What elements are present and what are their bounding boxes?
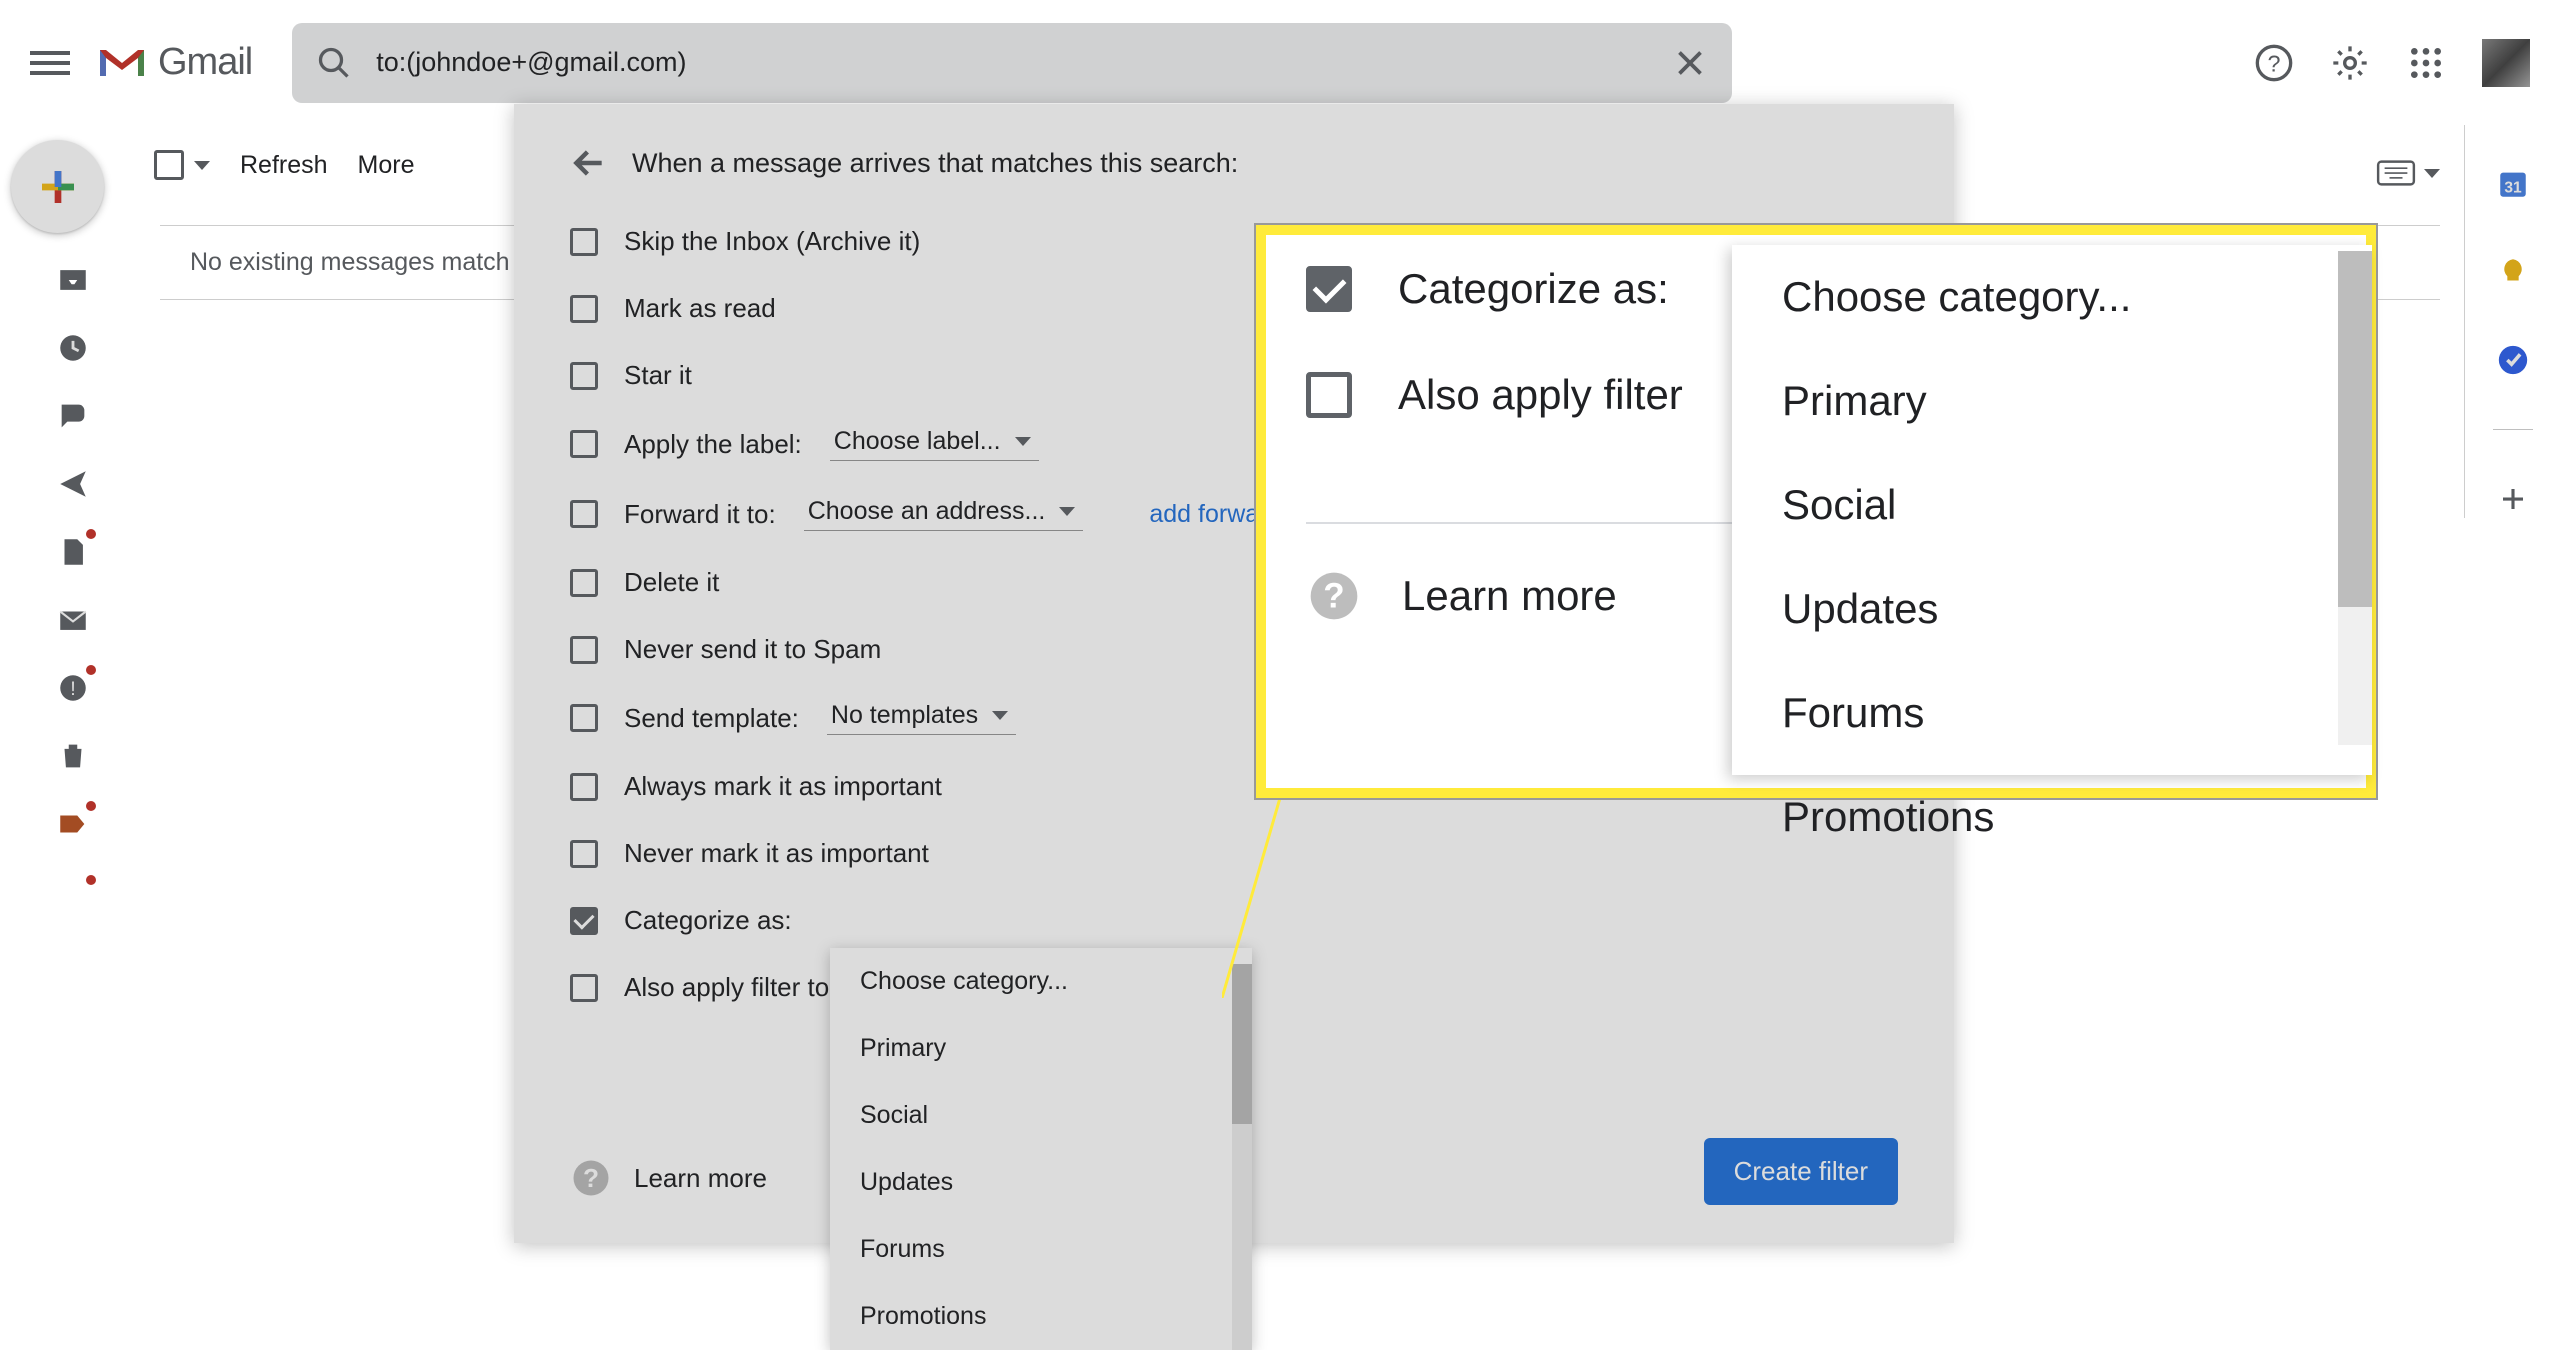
apply-label-checkbox[interactable]	[570, 430, 598, 458]
delete-checkbox[interactable]	[570, 569, 598, 597]
never-spam-checkbox[interactable]	[570, 636, 598, 664]
left-sidebar: !	[0, 125, 130, 895]
svg-text:!: !	[70, 678, 76, 700]
send-template-checkbox[interactable]	[570, 704, 598, 732]
search-icon[interactable]	[316, 45, 352, 81]
never-spam-label: Never send it to Spam	[624, 634, 881, 665]
search-input[interactable]	[376, 47, 1672, 78]
zoom-item-social[interactable]: Social	[1732, 453, 2372, 557]
inbox-icon[interactable]	[56, 263, 90, 297]
back-arrow-icon[interactable]	[570, 144, 608, 182]
dropdown-item-primary[interactable]: Primary	[830, 1015, 1252, 1082]
calendar-icon[interactable]: 31	[2494, 165, 2532, 203]
google-apps-icon[interactable]	[2406, 43, 2446, 83]
spam-icon[interactable]: !	[56, 671, 90, 705]
select-all-checkbox[interactable]	[154, 150, 184, 180]
refresh-button[interactable]: Refresh	[240, 151, 328, 180]
send-template-label: Send template:	[624, 703, 799, 734]
dropdown-item-updates[interactable]: Updates	[830, 1149, 1252, 1216]
categorize-label: Categorize as:	[624, 905, 792, 936]
zoom-help-icon: ?	[1306, 568, 1362, 624]
always-important-checkbox[interactable]	[570, 773, 598, 801]
more-button[interactable]: More	[358, 151, 415, 180]
categories-icon[interactable]	[56, 807, 90, 841]
settings-gear-icon[interactable]	[2330, 43, 2370, 83]
sent-icon[interactable]	[56, 467, 90, 501]
dropdown-item-forums[interactable]: Forums	[830, 1216, 1252, 1283]
send-template-select[interactable]: No templates	[827, 701, 1016, 735]
clear-search-icon[interactable]	[1672, 45, 1708, 81]
header-right: ?	[2254, 39, 2530, 87]
select-dropdown-icon[interactable]	[194, 161, 210, 170]
zoom-item-promotions[interactable]: Promotions	[1732, 765, 2372, 869]
zoom-also-apply-checkbox[interactable]	[1306, 372, 1352, 418]
zoom-categorize-checkbox[interactable]	[1306, 266, 1352, 312]
dropdown-item-choose[interactable]: Choose category...	[830, 948, 1252, 1015]
category-dropdown[interactable]: Choose category... Primary Social Update…	[830, 948, 1252, 1350]
always-important-label: Always mark it as important	[624, 771, 942, 802]
drafts-icon[interactable]	[56, 535, 90, 569]
star-checkbox[interactable]	[570, 362, 598, 390]
dropdown-item-promotions[interactable]: Promotions	[830, 1283, 1252, 1350]
zoom-callout: Categorize as: Also apply filter ? Learn…	[1256, 225, 2376, 798]
menu-icon[interactable]	[30, 43, 70, 83]
forward-label: Forward it to:	[624, 499, 776, 530]
trash-icon[interactable]	[56, 739, 90, 773]
gmail-m-icon	[96, 43, 148, 83]
zoom-item-forums[interactable]: Forums	[1732, 661, 2372, 765]
tasks-icon[interactable]	[2494, 341, 2532, 379]
forward-checkbox[interactable]	[570, 500, 598, 528]
also-apply-checkbox[interactable]	[570, 974, 598, 1002]
gmail-logo[interactable]: Gmail	[96, 41, 252, 84]
gmail-text: Gmail	[158, 41, 252, 84]
search-bar[interactable]	[292, 23, 1732, 103]
mark-read-checkbox[interactable]	[570, 295, 598, 323]
learn-more-link[interactable]: Learn more	[634, 1163, 767, 1194]
compose-button[interactable]	[11, 140, 104, 233]
never-important-checkbox[interactable]	[570, 840, 598, 868]
zoom-item-choose[interactable]: Choose category...	[1732, 245, 2372, 349]
create-filter-button[interactable]: Create filter	[1704, 1138, 1898, 1205]
snoozed-icon[interactable]	[56, 331, 90, 365]
skip-inbox-label: Skip the Inbox (Archive it)	[624, 226, 920, 257]
support-icon[interactable]: ?	[2254, 43, 2294, 83]
svg-text:?: ?	[583, 1163, 599, 1193]
apply-label-select[interactable]: Choose label...	[830, 427, 1039, 461]
more-icon[interactable]	[56, 875, 90, 895]
help-circle-icon: ?	[570, 1157, 612, 1199]
side-panel: 31	[2464, 125, 2560, 518]
input-method-indicator[interactable]	[2376, 160, 2440, 186]
filter-popup-title: When a message arrives that matches this…	[632, 148, 1238, 179]
mark-read-label: Mark as read	[624, 293, 776, 324]
zoom-item-primary[interactable]: Primary	[1732, 349, 2372, 453]
apply-label-text: Apply the label:	[624, 429, 802, 460]
zoom-scrollbar[interactable]	[2338, 251, 2372, 745]
all-mail-icon[interactable]	[56, 603, 90, 637]
account-avatar[interactable]	[2482, 39, 2530, 87]
zoom-categorize-label: Categorize as:	[1398, 265, 1669, 313]
dropdown-scrollbar[interactable]	[1232, 964, 1252, 1350]
chat-icon[interactable]	[56, 399, 90, 433]
keep-icon[interactable]	[2494, 253, 2532, 291]
zoom-also-apply-label: Also apply filter	[1398, 371, 1683, 419]
dropdown-item-social[interactable]: Social	[830, 1082, 1252, 1149]
delete-label: Delete it	[624, 567, 719, 598]
mail-toolbar: Refresh More	[154, 150, 415, 180]
add-addon-icon[interactable]	[2494, 480, 2532, 518]
never-important-label: Never mark it as important	[624, 838, 929, 869]
skip-inbox-checkbox[interactable]	[570, 228, 598, 256]
forward-select[interactable]: Choose an address...	[804, 497, 1084, 531]
svg-text:?: ?	[1323, 577, 1344, 616]
zoom-category-dropdown[interactable]: Choose category... Primary Social Update…	[1732, 245, 2372, 775]
categorize-checkbox[interactable]	[570, 907, 598, 935]
svg-text:31: 31	[2504, 180, 2522, 197]
svg-text:?: ?	[2268, 50, 2281, 76]
star-label: Star it	[624, 360, 692, 391]
zoom-learn-more-link[interactable]: Learn more	[1402, 572, 1617, 620]
zoom-item-updates[interactable]: Updates	[1732, 557, 2372, 661]
